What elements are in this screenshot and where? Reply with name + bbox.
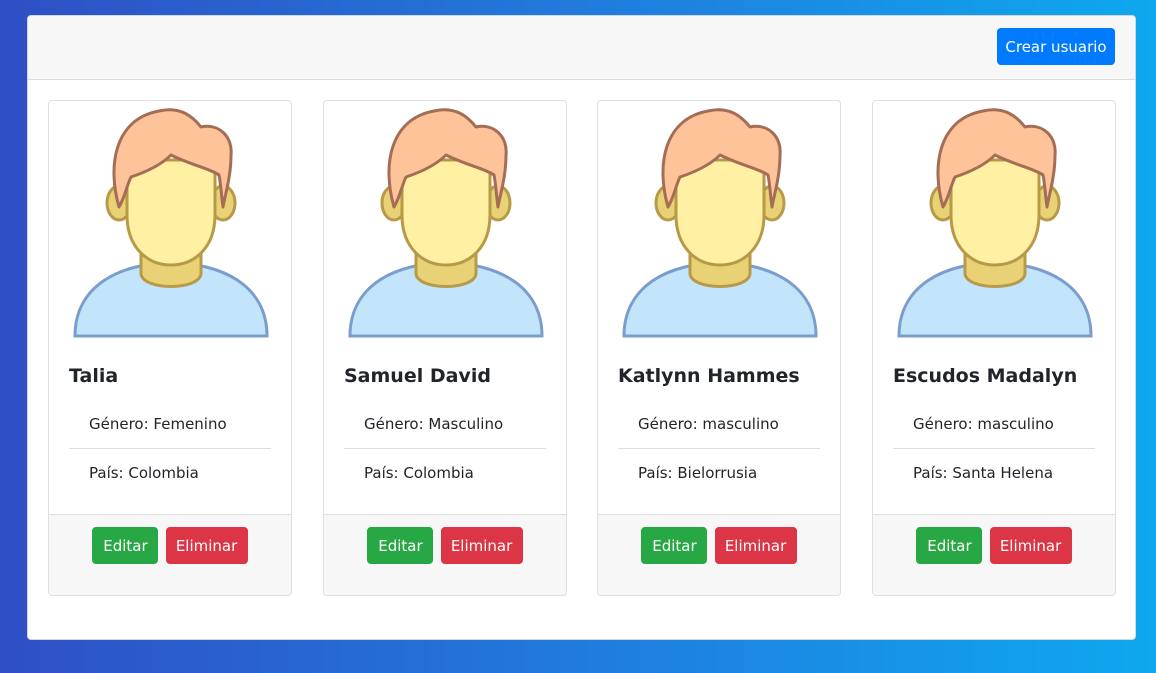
delete-button[interactable]: Eliminar [714, 527, 797, 564]
card-footer: Editar Eliminar [873, 514, 1115, 595]
user-name: Samuel David [344, 365, 491, 387]
card-footer: Editar Eliminar [324, 514, 566, 595]
delete-button[interactable]: Eliminar [440, 527, 523, 564]
user-name: Escudos Madalyn [893, 365, 1078, 387]
user-country: País: Bielorrusia [638, 464, 758, 482]
user-card: Katlynn Hammes Género: masculino País: B… [597, 100, 841, 596]
user-card: Escudos Madalyn Género: masculino País: … [872, 100, 1116, 596]
user-info-list: Género: Femenino País: Colombia [69, 400, 271, 497]
user-avatar-icon [897, 108, 1093, 338]
user-gender: Género: Masculino [344, 400, 546, 449]
user-gender: Género: masculino [618, 400, 820, 449]
user-country: País: Santa Helena [913, 464, 1054, 482]
delete-button[interactable]: Eliminar [989, 527, 1072, 564]
users-panel: Crear usuario Talia Género: Femenino Paí… [27, 15, 1136, 640]
create-user-button[interactable]: Crear usuario [997, 28, 1115, 65]
user-info-list: Género: masculino País: Santa Helena [893, 400, 1095, 497]
user-country: País: Colombia [89, 464, 199, 482]
delete-button[interactable]: Eliminar [165, 527, 248, 564]
user-avatar-icon [622, 108, 818, 338]
user-name: Talia [69, 365, 119, 387]
user-avatar-icon [348, 108, 544, 338]
user-card: Samuel David Género: Masculino País: Col… [323, 100, 567, 596]
edit-button[interactable]: Editar [641, 527, 708, 564]
edit-button[interactable]: Editar [92, 527, 159, 564]
card-footer: Editar Eliminar [598, 514, 840, 595]
user-info-list: Género: masculino País: Bielorrusia [618, 400, 820, 497]
user-avatar-icon [73, 108, 269, 338]
user-card: Talia Género: Femenino País: Colombia Ed… [48, 100, 292, 596]
panel-header: Crear usuario [28, 16, 1135, 80]
user-gender: Género: Femenino [69, 400, 271, 449]
user-name: Katlynn Hammes [618, 365, 800, 387]
edit-button[interactable]: Editar [367, 527, 434, 564]
user-country: País: Colombia [364, 464, 474, 482]
card-footer: Editar Eliminar [49, 514, 291, 595]
edit-button[interactable]: Editar [916, 527, 983, 564]
user-info-list: Género: Masculino País: Colombia [344, 400, 546, 497]
user-gender: Género: masculino [893, 400, 1095, 449]
